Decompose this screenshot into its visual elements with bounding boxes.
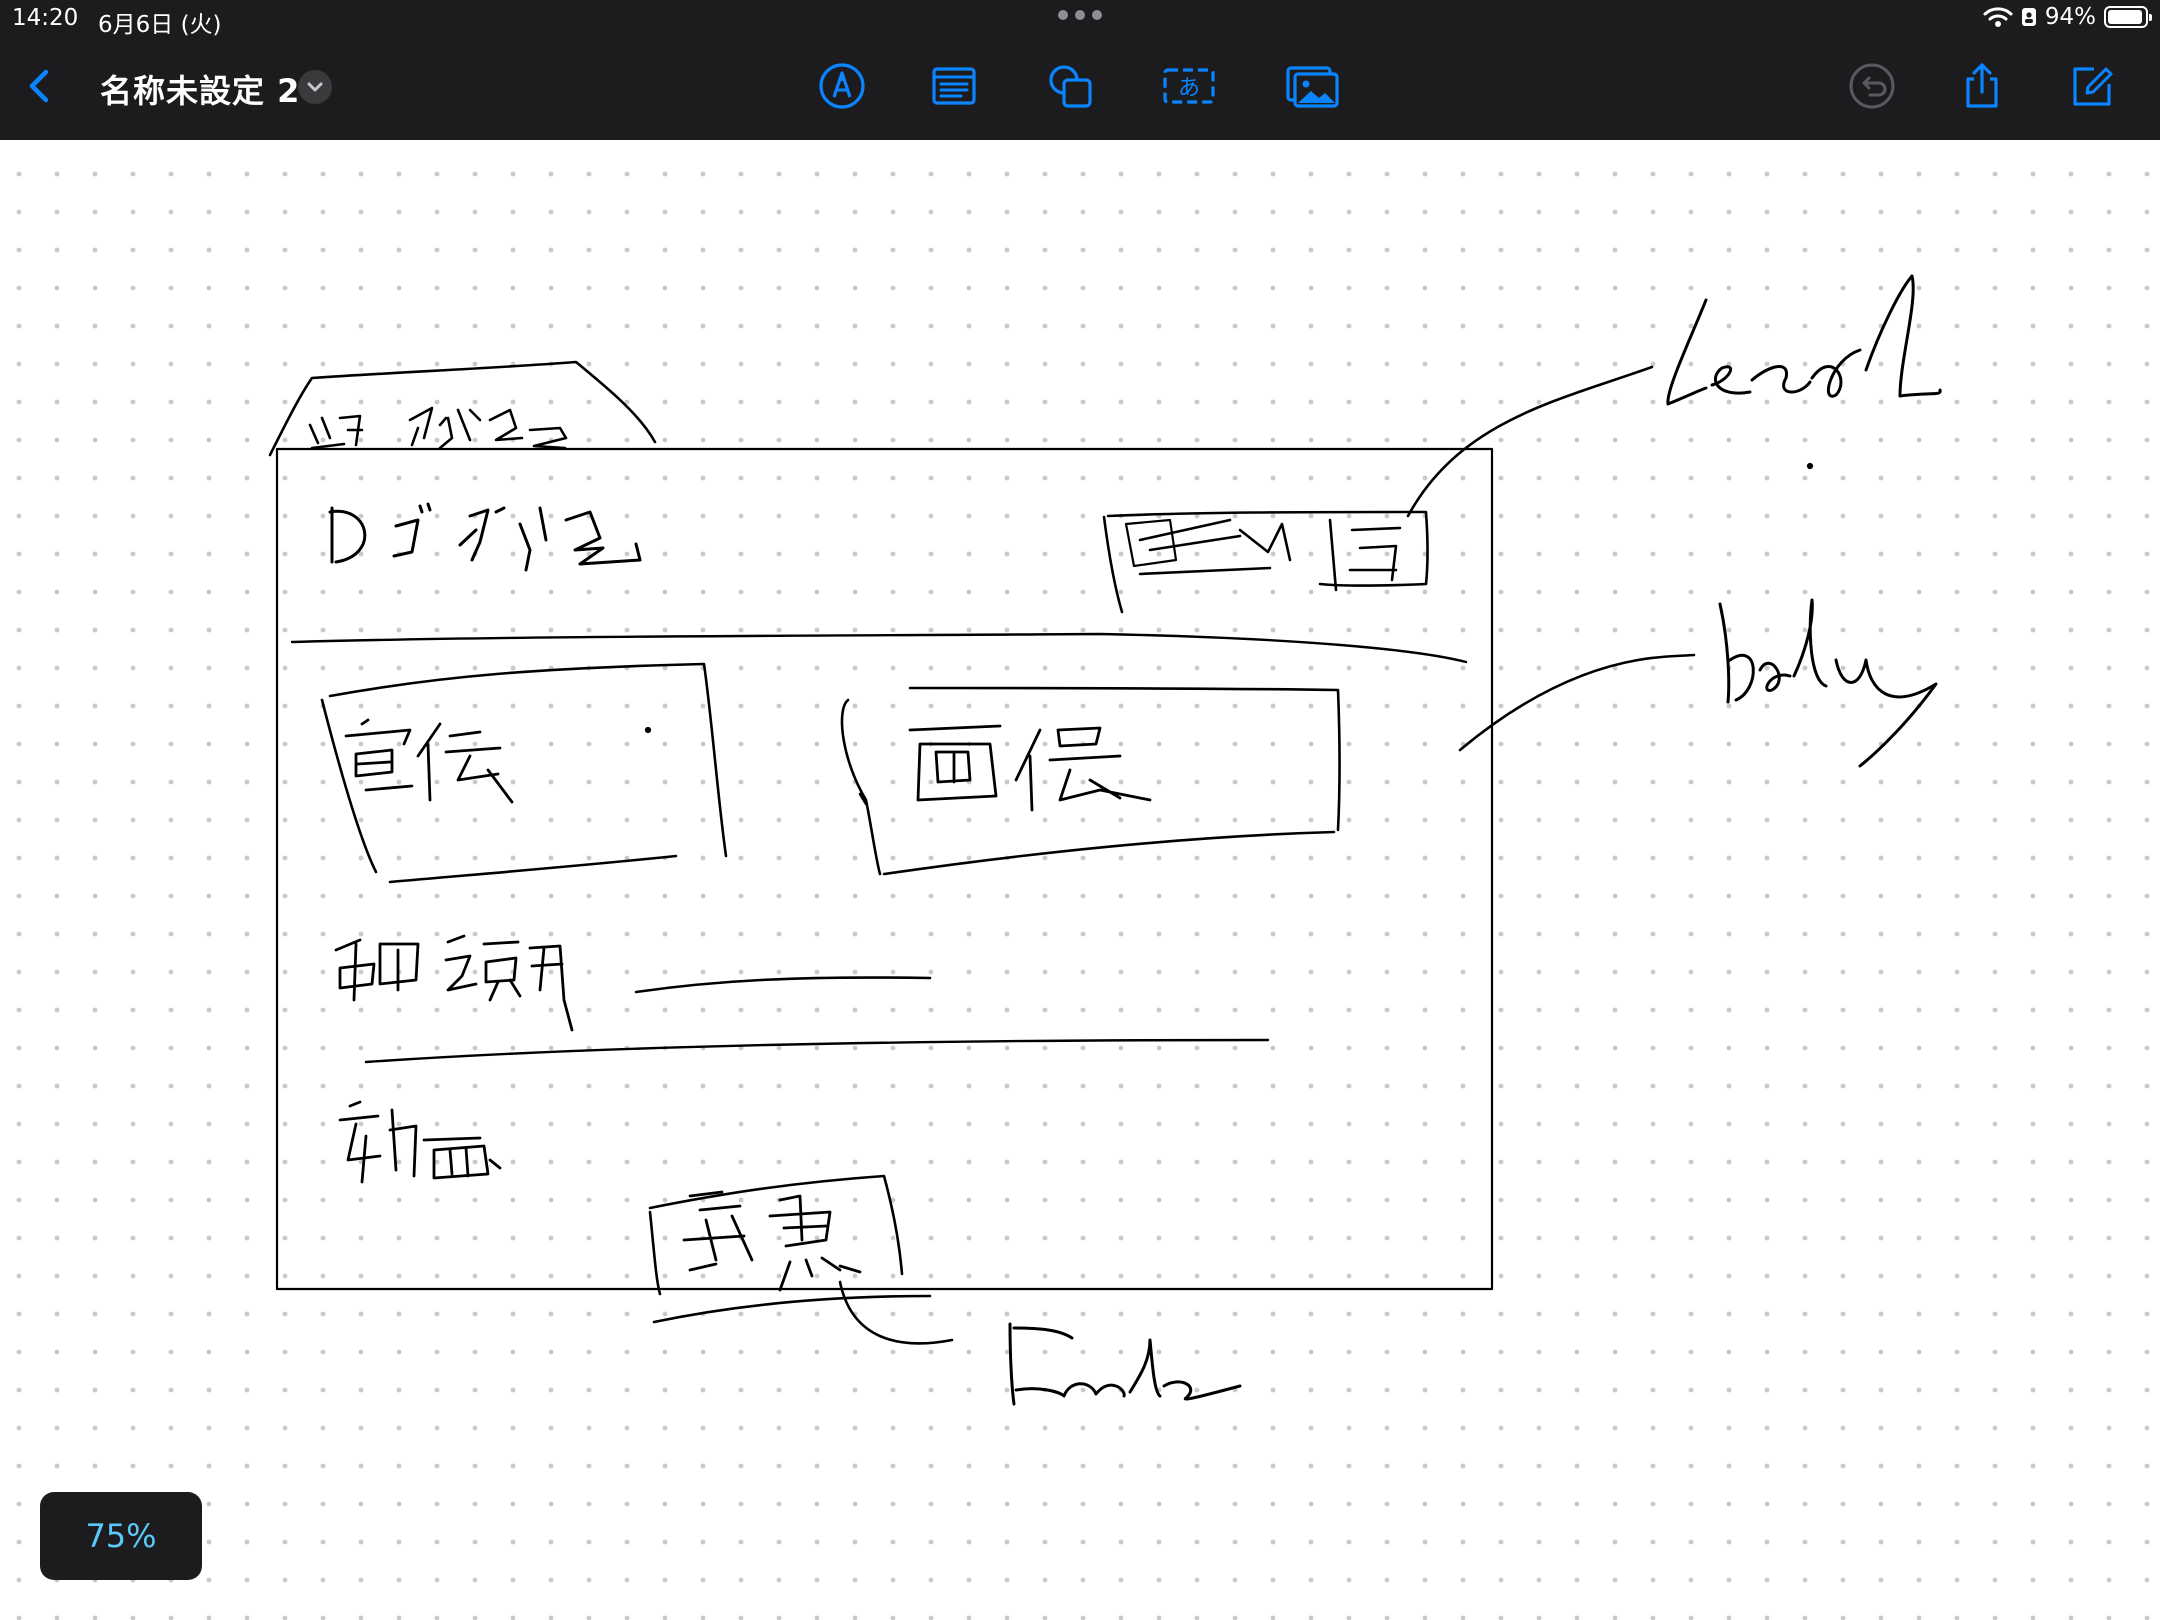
- sketch-footer-connector: [838, 1280, 954, 1345]
- handwritten-sketch[interactable]: [0, 0, 2160, 1620]
- sketch-nav-box: [1102, 515, 1124, 614]
- sketch-label-header: [1666, 274, 1942, 406]
- sketch-image-box: [840, 698, 882, 876]
- sketch-ad-box: [320, 698, 378, 874]
- sketch-dot: [644, 726, 652, 734]
- zoom-level-text: 75%: [85, 1517, 157, 1555]
- sketch-description-label: [334, 934, 574, 1032]
- sketch-description-line-1: [634, 976, 932, 994]
- sketch-tab-outline: [268, 360, 657, 457]
- sketch-page-frame: [275, 447, 1494, 1291]
- sketch-footer-label: [682, 1190, 862, 1292]
- sketch-label-body: [1718, 598, 1938, 768]
- sketch-tab-scribble: [308, 406, 568, 450]
- sketch-header-connector: [1406, 365, 1654, 518]
- sketch-ad-label: [344, 718, 514, 804]
- sketch-footer-box: [648, 1210, 662, 1296]
- sketch-header-title: [328, 502, 642, 572]
- sketch-header-divider: [290, 632, 1468, 664]
- sketch-dot: [1806, 462, 1814, 470]
- sketch-image-label: [908, 724, 1152, 812]
- zoom-level-indicator[interactable]: 75%: [40, 1492, 202, 1580]
- sketch-description-line-2: [364, 1038, 1270, 1064]
- sketch-body-connector: [1458, 653, 1696, 752]
- freeform-board-screen: 14:20 6月6日 (火) 94% 名称未設定 2 あ 75%: [0, 0, 2160, 1620]
- sketch-label-footer: [1008, 1322, 1242, 1406]
- sketch-news-label: [338, 1100, 502, 1184]
